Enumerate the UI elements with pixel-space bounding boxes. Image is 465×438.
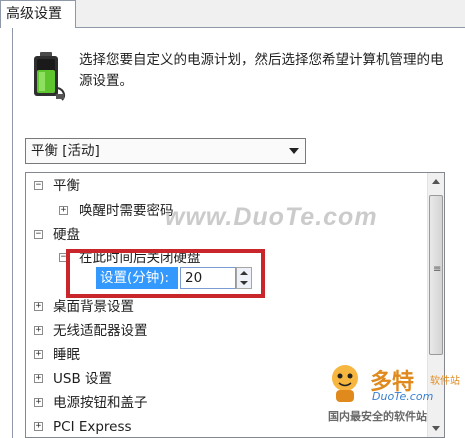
collapse-icon[interactable]: − xyxy=(34,181,43,190)
power-plan-dropdown[interactable]: 平衡 [活动] xyxy=(25,138,306,164)
tree-item-label: 平衡 xyxy=(53,178,80,194)
disk-timeout-input[interactable]: 20 xyxy=(180,267,236,289)
tree-item-label: PCI Express xyxy=(53,419,132,435)
scroll-up-icon[interactable] xyxy=(428,173,444,190)
collapse-icon[interactable]: − xyxy=(59,253,68,262)
tree-item-label: USB 设置 xyxy=(53,371,113,387)
tree-item-label: 桌面背景设置 xyxy=(53,299,134,315)
scroll-down-icon[interactable] xyxy=(428,420,444,437)
intro-description: 选择您要自定义的电源计划，然后选择您希望计算机管理的电源设置。 xyxy=(79,52,444,89)
spin-up-icon[interactable] xyxy=(240,271,248,275)
spin-down-icon[interactable] xyxy=(240,281,248,285)
tree-item-label: 硬盘 xyxy=(53,227,80,243)
expand-icon[interactable]: + xyxy=(34,350,43,359)
tree-item-label: 睡眠 xyxy=(53,347,80,363)
expand-icon[interactable]: + xyxy=(34,398,43,407)
expand-icon[interactable]: + xyxy=(34,302,43,311)
scroll-thumb[interactable] xyxy=(429,195,443,355)
watermark-text: www.DuoTe.com xyxy=(165,203,378,231)
disk-timeout-spinner[interactable] xyxy=(236,267,252,289)
power-plan-value: 平衡 [活动] xyxy=(31,143,100,159)
expand-icon[interactable]: + xyxy=(59,206,68,215)
collapse-icon[interactable]: − xyxy=(34,230,43,239)
battery-icon xyxy=(34,52,66,101)
tree-item-label: 唤醒时需要密码 xyxy=(79,203,174,219)
tree-item-label: 电源按钮和盖子 xyxy=(53,395,148,411)
tab-advanced-settings[interactable]: 高级设置 xyxy=(0,0,76,28)
tree-item-label: 无线适配器设置 xyxy=(53,323,148,339)
chevron-down-icon[interactable] xyxy=(289,148,299,154)
vertical-scrollbar[interactable] xyxy=(427,173,444,437)
expand-icon[interactable]: + xyxy=(34,326,43,335)
expand-icon[interactable]: + xyxy=(34,422,43,431)
setting-minutes-label: 设置(分钟): xyxy=(96,267,178,289)
expand-icon[interactable]: + xyxy=(34,374,43,383)
